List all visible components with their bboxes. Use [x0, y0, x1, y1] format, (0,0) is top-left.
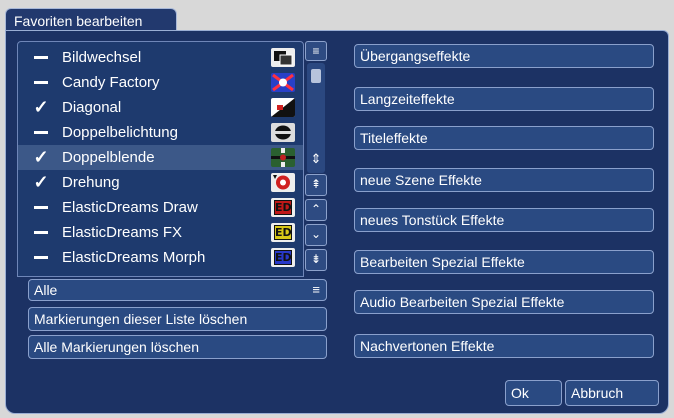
dialog-window: Favoriten bearbeiten Bildwechsel Candy Fa… [0, 0, 674, 418]
list-item-label: Diagonal [62, 99, 122, 116]
page-updown-icon[interactable]: ⇕ [305, 150, 327, 172]
list-item-label: ElasticDreams FX [62, 224, 183, 241]
scroll-bottom-icon[interactable]: ⇟ [305, 249, 327, 271]
effect-thumbnail-icon [271, 98, 295, 117]
effect-list: Bildwechsel Candy Factory ✓ Diagonal Doppelb… [17, 41, 304, 277]
category-button[interactable]: Audio Bearbeiten Spezial Effekte [354, 290, 654, 314]
effect-thumbnail-icon [271, 173, 295, 192]
list-scrollbar[interactable]: ≡ ⇕ ⇞ ⌃ ⌄ ⇟ [305, 41, 327, 275]
list-item[interactable]: ElasticDreams Morph ED [18, 245, 303, 270]
ed-badge: ED [274, 225, 292, 240]
list-item-label: ElasticDreams Morph [62, 249, 206, 266]
scroll-up-icon[interactable]: ⌃ [305, 199, 327, 221]
filter-dropdown[interactable]: Alle ≡ [28, 279, 327, 301]
category-button[interactable]: Nachvertonen Effekte [354, 334, 654, 358]
effect-thumbnail-icon: ED [271, 198, 295, 217]
effect-thumbnail-icon [271, 48, 295, 67]
list-item-label: Candy Factory [62, 74, 160, 91]
cancel-button[interactable]: Abbruch [565, 380, 659, 406]
list-menu-icon[interactable]: ≡ [305, 41, 327, 61]
list-item[interactable]: Doppelbelichtung [18, 120, 303, 145]
ed-badge: ED [274, 250, 292, 265]
dialog-title-tab: Favoriten bearbeiten [5, 8, 177, 32]
clear-list-marks-button[interactable]: Markierungen dieser Liste löschen [28, 307, 327, 331]
dash-icon[interactable] [32, 222, 50, 242]
checkmark-icon[interactable]: ✓ [32, 147, 50, 167]
list-item-label: Doppelblende [62, 149, 155, 166]
list-item[interactable]: Bildwechsel [18, 45, 303, 70]
list-item[interactable]: Candy Factory [18, 70, 303, 95]
list-item[interactable]: ElasticDreams Draw ED [18, 195, 303, 220]
ed-badge: ED [274, 200, 292, 215]
effect-thumbnail-icon [271, 148, 295, 167]
dash-icon[interactable] [32, 247, 50, 267]
list-item-label: Doppelbelichtung [62, 124, 178, 141]
checkmark-icon[interactable]: ✓ [32, 172, 50, 192]
list-item-label: Drehung [62, 174, 120, 191]
dash-icon[interactable] [32, 72, 50, 92]
scroll-top-icon[interactable]: ⇞ [305, 174, 327, 196]
scroll-down-icon[interactable]: ⌄ [305, 224, 327, 246]
category-button[interactable]: Übergangseffekte [354, 44, 654, 68]
clear-all-marks-button[interactable]: Alle Markierungen löschen [28, 335, 327, 359]
list-item-label: Bildwechsel [62, 49, 142, 66]
dash-icon[interactable] [32, 197, 50, 217]
list-item[interactable]: ElasticDreams FX ED [18, 220, 303, 245]
dash-icon[interactable] [32, 47, 50, 67]
category-button[interactable]: neues Tonstück Effekte [354, 208, 654, 232]
effect-thumbnail-icon: ED [271, 223, 295, 242]
checkmark-icon[interactable]: ✓ [32, 97, 50, 117]
list-item[interactable]: ✓ Doppelblende [18, 145, 303, 170]
effect-thumbnail-icon [271, 73, 295, 92]
category-button[interactable]: neue Szene Effekte [354, 168, 654, 192]
category-button[interactable]: Bearbeiten Spezial Effekte [354, 250, 654, 274]
filter-dropdown-label: Alle [34, 282, 58, 298]
ok-button[interactable]: Ok [505, 380, 562, 406]
scroll-thumb[interactable] [311, 69, 321, 83]
effect-thumbnail-icon: ED [271, 248, 295, 267]
dash-icon[interactable] [32, 122, 50, 142]
category-button[interactable]: Langzeiteffekte [354, 87, 654, 111]
effect-thumbnail-icon [271, 123, 295, 142]
list-item[interactable]: ✓ Diagonal [18, 95, 303, 120]
list-item-label: ElasticDreams Draw [62, 199, 198, 216]
dropdown-menu-icon: ≡ [312, 282, 320, 297]
category-button[interactable]: Titeleffekte [354, 126, 654, 150]
list-item[interactable]: ✓ Drehung [18, 170, 303, 195]
